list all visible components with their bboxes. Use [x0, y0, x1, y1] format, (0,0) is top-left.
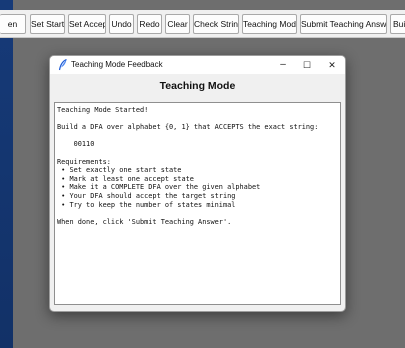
redo-button[interactable]: Redo [137, 14, 162, 34]
set-start-button[interactable]: Set Start [30, 14, 65, 34]
requirement-item: • Make it a COMPLETE DFA over the given … [57, 183, 261, 192]
requirement-item: • Your DFA should accept the target stri… [57, 191, 236, 200]
toolbar: en Set Start Set Accept Undo Redo Clear … [0, 10, 405, 38]
requirement-item: • Mark at least one accept state [57, 174, 194, 183]
build-button-truncated[interactable]: Bui [390, 14, 405, 34]
minimize-icon[interactable]: – [272, 57, 294, 73]
teaching-mode-button[interactable]: Teaching Mode [242, 14, 297, 34]
dialog-heading: Teaching Mode [159, 80, 236, 92]
text-line: Teaching Mode Started! [57, 106, 149, 114]
check-string-button[interactable]: Check String [193, 14, 239, 34]
toolbar-button-truncated-left[interactable]: en [0, 14, 26, 34]
text-line: When done, click 'Submit Teaching Answer… [57, 217, 232, 226]
text-line: Requirements: [57, 157, 111, 166]
text-line: Build a DFA over alphabet {0, 1} that AC… [57, 123, 319, 132]
close-icon[interactable]: ✕ [321, 57, 343, 73]
desktop-background [0, 0, 13, 348]
target-string: 00110 [57, 140, 95, 149]
requirement-item: • Set exactly one start state [57, 166, 182, 175]
maximize-icon[interactable]: ☐ [296, 57, 318, 73]
requirement-item: • Try to keep the number of states minim… [57, 200, 236, 209]
undo-button[interactable]: Undo [109, 14, 134, 34]
clear-button[interactable]: Clear [165, 14, 190, 34]
dialog-titlebar[interactable]: Teaching Mode Feedback – ☐ ✕ [50, 56, 345, 74]
feedback-textbox[interactable]: Teaching Mode Started! Build a DFA over … [54, 102, 341, 305]
teaching-mode-feedback-dialog: Teaching Mode Feedback – ☐ ✕ Teaching Mo… [49, 55, 346, 312]
dialog-title: Teaching Mode Feedback [71, 60, 163, 69]
submit-teaching-answer-button[interactable]: Submit Teaching Answer [300, 14, 387, 34]
feather-icon [58, 59, 67, 71]
set-accept-button[interactable]: Set Accept [68, 14, 106, 34]
